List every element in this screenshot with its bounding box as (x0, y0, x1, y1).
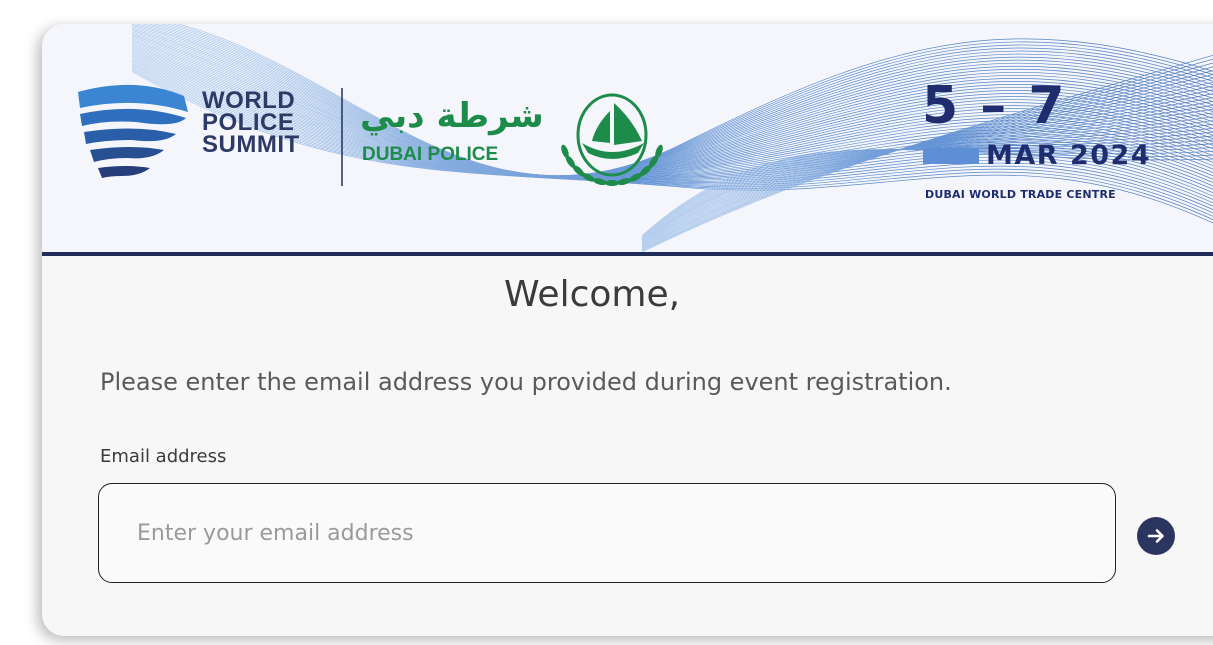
wordmark-line: SUMMIT (202, 131, 300, 158)
event-venue: DUBAI WORLD TRADE CENTRE (925, 188, 1116, 201)
laurel-leaf (593, 178, 607, 185)
dubai-police-emblem-icon (561, 93, 663, 186)
laurel-leaf (617, 178, 631, 185)
arrow-right-icon (1147, 529, 1164, 543)
submit-button[interactable] (1137, 517, 1175, 555)
world-police-summit-logo-icon (78, 84, 188, 178)
dubai-police-arabic-name: شرطة دبي (360, 96, 544, 136)
event-banner: WORLD POLICE SUMMIT شرطة دبي DUBAI POLIC… (42, 24, 1213, 256)
welcome-heading: Welcome, (503, 274, 681, 315)
instruction-text: Please enter the email address you provi… (100, 368, 952, 396)
world-police-summit-wordmark: WORLD POLICE SUMMIT (202, 89, 300, 158)
date-accent-bar (923, 148, 979, 164)
login-card: WORLD POLICE SUMMIT شرطة دبي DUBAI POLIC… (42, 24, 1213, 636)
dubai-police-name: DUBAI POLICE (362, 144, 499, 165)
email-label: Email address (100, 446, 227, 467)
logo-divider (341, 88, 343, 186)
laurel-leaf (605, 180, 619, 186)
email-input[interactable] (98, 483, 1116, 583)
event-days: 5 – 7 (922, 76, 1067, 136)
event-month: MAR 2024 (986, 140, 1152, 171)
